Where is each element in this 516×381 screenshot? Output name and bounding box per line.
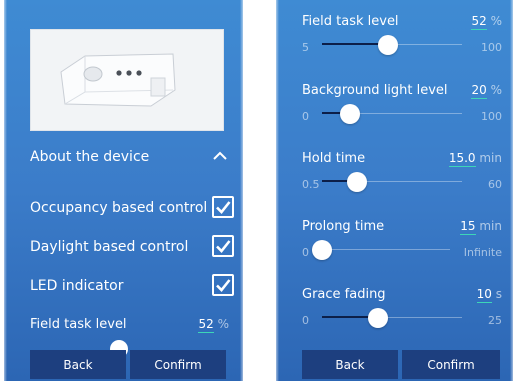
led-indicator-label: LED indicator — [30, 278, 124, 294]
slider-min-label: 0 — [302, 110, 309, 123]
checkmark-icon — [216, 240, 231, 253]
slider-knob[interactable] — [377, 35, 398, 55]
slider-max-label: 60 — [488, 178, 502, 191]
setting-value: 20 % — [471, 83, 502, 99]
grace-fading-slider[interactable] — [322, 308, 462, 328]
daylight-control-label: Daylight based control — [30, 239, 189, 255]
light-settings-screen: Field task level 52 % 5 100 Background l… — [276, 0, 513, 381]
slider-min-label: 0.5 — [302, 178, 320, 191]
slider-knob[interactable] — [368, 308, 388, 328]
field-task-level-title: Field task level — [30, 317, 127, 332]
setting-title: Grace fading — [302, 287, 386, 302]
slider-min-label: 0 — [302, 314, 309, 327]
slider-max-label: 100 — [481, 41, 502, 54]
field-task-level-setting: Field task level 52 % 5 100 — [302, 14, 502, 70]
occupancy-control-label: Occupancy based control — [30, 200, 208, 216]
slider-min-label: 0 — [302, 246, 309, 259]
device-image — [30, 29, 224, 131]
slider-max-label: 100 — [481, 110, 502, 123]
slider-max-label: Infinite — [463, 246, 502, 259]
setting-title: Prolong time — [302, 219, 385, 234]
slider-knob[interactable] — [347, 172, 367, 192]
about-device-section[interactable]: About the device — [30, 146, 230, 170]
button-bar: Back Confirm — [4, 347, 243, 381]
hold-time-setting: Hold time 15.0 min 0.5 60 — [302, 151, 502, 207]
led-indicator-checkbox[interactable] — [212, 274, 234, 296]
chevron-up-icon[interactable] — [210, 146, 230, 166]
led-indicator-row: LED indicator — [30, 274, 234, 298]
occupancy-control-checkbox[interactable] — [212, 196, 234, 218]
about-device-label: About the device — [30, 149, 150, 165]
slider-knob[interactable] — [340, 104, 360, 124]
setting-title: Field task level — [302, 14, 399, 29]
prolong-time-slider[interactable] — [312, 240, 450, 260]
sensor-device-image — [60, 53, 176, 107]
button-bar: Back Confirm — [276, 347, 513, 381]
setting-value: 15.0 min — [448, 151, 502, 167]
field-task-level-value: 52 % — [198, 317, 229, 333]
slider-max-label: 25 — [488, 314, 502, 327]
checkmark-icon — [216, 279, 231, 292]
daylight-control-checkbox[interactable] — [212, 235, 234, 257]
setting-value: 52 % — [471, 14, 502, 30]
slider-knob[interactable] — [312, 240, 332, 260]
confirm-button[interactable]: Confirm — [130, 350, 226, 379]
back-button[interactable]: Back — [302, 350, 398, 379]
confirm-button[interactable]: Confirm — [402, 350, 500, 379]
setting-value: 10 s — [476, 287, 502, 303]
daylight-control-row: Daylight based control — [30, 235, 234, 259]
back-button[interactable]: Back — [30, 350, 126, 379]
field-task-level-slider[interactable] — [322, 35, 462, 55]
setting-title: Background light level — [302, 83, 448, 98]
setting-title: Hold time — [302, 151, 366, 166]
occupancy-control-row: Occupancy based control — [30, 196, 234, 220]
grace-fading-setting: Grace fading 10 s 0 25 — [302, 287, 502, 343]
hold-time-slider[interactable] — [322, 172, 462, 192]
prolong-time-setting: Prolong time 15 min 0 Infinite — [302, 219, 502, 275]
setting-value: 15 min — [460, 219, 502, 235]
background-light-level-slider[interactable] — [322, 104, 462, 124]
background-light-level-setting: Background light level 20 % 0 100 — [302, 83, 502, 139]
slider-min-label: 5 — [302, 41, 309, 54]
device-settings-screen: About the device Occupancy based control… — [4, 0, 243, 381]
checkmark-icon — [216, 201, 231, 214]
